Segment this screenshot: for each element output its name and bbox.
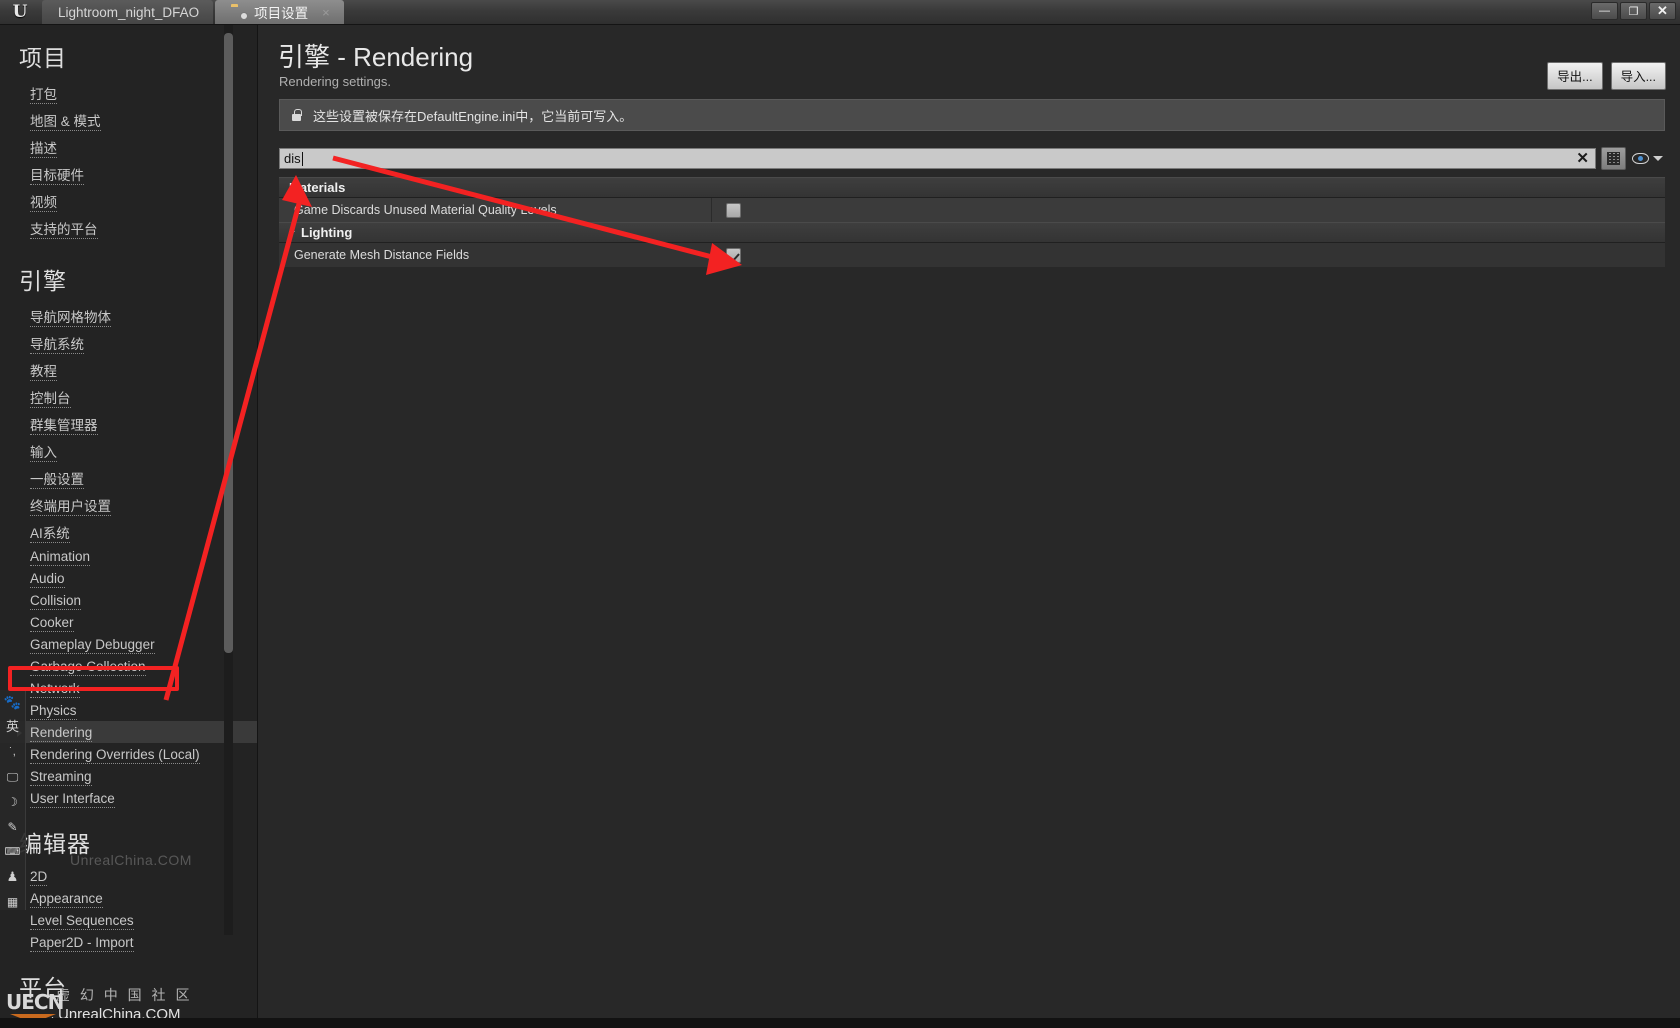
person-icon[interactable]: ♟ — [3, 869, 23, 885]
monitor-icon[interactable]: 🖵 — [3, 769, 23, 785]
unreal-engine-logo-icon: U — [12, 1, 28, 22]
sidebar-item-2d[interactable]: 2D — [0, 865, 257, 887]
visibility-options-button[interactable] — [1632, 147, 1665, 170]
os-taskbar — [0, 1018, 1680, 1028]
unlock-icon — [290, 108, 303, 122]
sidebar-item-movies[interactable]: 视频 — [0, 187, 257, 214]
tab-lightroom-night-dfao[interactable]: Lightroom_night_DFAO — [42, 0, 214, 24]
sidebar-scrollbar-thumb[interactable] — [224, 33, 233, 653]
watermark-logo: UECN — [6, 990, 64, 1014]
table-row[interactable]: Generate Mesh Distance Fields — [279, 243, 1665, 267]
tab-label: Lightroom_night_DFAO — [58, 4, 200, 20]
moon-icon[interactable]: ☽ — [3, 794, 23, 810]
checkbox-game-discards-unused-material-quality-levels[interactable] — [726, 202, 741, 218]
sidebar-item-streaming[interactable]: Streaming — [0, 765, 257, 787]
tab-label: 项目设置 — [254, 6, 309, 21]
sidebar-item-cooker[interactable]: Cooker — [0, 611, 257, 633]
sidebar-item-audio[interactable]: Audio — [0, 567, 257, 589]
sidebar-item-end-user-settings[interactable]: 终端用户设置 — [0, 491, 257, 518]
sidebar-item-maps-modes[interactable]: 地图 & 模式 — [0, 106, 257, 133]
property-value — [712, 202, 832, 218]
sidebar-item-tutorials[interactable]: 教程 — [0, 356, 257, 383]
tab-close-icon[interactable]: × — [322, 5, 330, 20]
page-title: 引擎 - Rendering — [278, 42, 474, 72]
category-header-materials[interactable]: Materials — [279, 177, 1665, 198]
left-icon-strip: 🐾 英 ˙, 🖵 ☽ ✎ ⌨ ♟ ▦ — [0, 690, 26, 910]
settings-main-panel: 引擎 - Rendering Rendering settings. 导出...… — [258, 25, 1680, 1028]
property-label: Generate Mesh Distance Fields — [294, 248, 470, 262]
folder-gear-icon — [231, 5, 249, 20]
import-button[interactable]: 导入... — [1610, 62, 1666, 90]
page-subtitle: Rendering settings. — [279, 74, 392, 89]
sidebar-item-user-interface[interactable]: User Interface — [0, 787, 257, 809]
property-value — [712, 247, 832, 263]
category-label: Lighting — [301, 225, 353, 240]
sidebar-item-target-hardware[interactable]: 目标硬件 — [0, 160, 257, 187]
tab-project-settings[interactable]: 项目设置 × — [215, 0, 344, 24]
sidebar-item-rendering[interactable]: Rendering — [0, 721, 257, 743]
export-button[interactable]: 导出... — [1547, 62, 1603, 90]
sidebar-item-input[interactable]: 输入 — [0, 437, 257, 464]
paw-icon[interactable]: 🐾 — [3, 694, 23, 710]
collapse-triangle-icon[interactable] — [289, 230, 295, 237]
sidebar-item-console[interactable]: 控制台 — [0, 383, 257, 410]
sidebar-item-garbage-collection[interactable]: Garbage Collection — [0, 655, 257, 677]
sidebar-item-supported-platforms[interactable]: 支持的平台 — [0, 214, 257, 241]
sidebar-section-title-project: 项目 — [19, 45, 67, 71]
title-bar: U Lightroom_night_DFAO 项目设置 × — ❐ ✕ — [0, 0, 1680, 25]
english-icon[interactable]: 英 — [3, 719, 23, 735]
category-header-lighting[interactable]: Lighting — [279, 222, 1665, 243]
sidebar-item-network[interactable]: Network — [0, 677, 257, 699]
property-label: Game Discards Unused Material Quality Le… — [294, 203, 557, 217]
minimize-button[interactable]: — — [1591, 2, 1618, 20]
sidebar-item-physics[interactable]: Physics — [0, 699, 257, 721]
sidebar-item-rendering-overrides-local[interactable]: Rendering Overrides (Local) — [0, 743, 257, 765]
sidebar-item-animation[interactable]: Animation — [0, 545, 257, 567]
sidebar-item-paper2d-import[interactable]: Paper2D - Import — [0, 931, 257, 953]
sidebar-item-navigation-mesh[interactable]: 导航网格物体 — [0, 302, 257, 329]
sidebar-item-level-sequences[interactable]: Level Sequences — [0, 909, 257, 931]
watermark-overlay-text: UnrealChina.COM — [70, 852, 192, 868]
comma-dot-icon[interactable]: ˙, — [3, 744, 23, 760]
pen-icon[interactable]: ✎ — [3, 819, 23, 835]
settings-sidebar[interactable]: 项目 打包 地图 & 模式 描述 目标硬件 视频 支持的平台 引擎 导航网格物体… — [0, 25, 258, 1028]
window-controls: — ❐ ✕ — [1591, 2, 1676, 20]
grid-view-icon[interactable] — [1601, 147, 1626, 170]
watermark-cn-text: 虚 幻 中 国 社 区 — [56, 987, 193, 1003]
search-value: dis — [284, 151, 301, 166]
sidebar-item-navigation-system[interactable]: 导航系统 — [0, 329, 257, 356]
unreal-project-settings-window: U Lightroom_night_DFAO 项目设置 × — ❐ ✕ 项目 打… — [0, 0, 1680, 1028]
notice-text: 这些设置被保存在DefaultEngine.ini中，它当前可写入。 — [313, 108, 633, 124]
sidebar-section-title-engine: 引擎 — [19, 268, 67, 294]
close-button[interactable]: ✕ — [1649, 2, 1676, 20]
header-buttons: 导出... 导入... — [1547, 62, 1666, 90]
sidebar-item-crowd-manager[interactable]: 群集管理器 — [0, 410, 257, 437]
table-row[interactable]: Game Discards Unused Material Quality Le… — [279, 198, 1665, 222]
chevron-down-icon — [1653, 156, 1663, 161]
visibility-eye-icon — [1632, 153, 1649, 164]
checkbox-generate-mesh-distance-fields[interactable] — [726, 247, 741, 263]
text-caret — [301, 151, 303, 166]
sidebar-item-collision[interactable]: Collision — [0, 589, 257, 611]
sidebar-item-packaging[interactable]: 打包 — [0, 79, 257, 106]
search-row: dis ✕ — [279, 147, 1665, 170]
grid-icon[interactable]: ▦ — [3, 894, 23, 910]
sidebar-item-gameplay-debugger[interactable]: Gameplay Debugger — [0, 633, 257, 655]
sidebar-item-description[interactable]: 描述 — [0, 133, 257, 160]
search-input[interactable]: dis ✕ — [279, 148, 1596, 169]
settings-writable-notice: 这些设置被保存在DefaultEngine.ini中，它当前可写入。 — [279, 99, 1665, 131]
category-label: Materials — [289, 180, 346, 195]
keyboard-icon[interactable]: ⌨ — [3, 844, 23, 860]
sidebar-item-general-settings[interactable]: 一般设置 — [0, 464, 257, 491]
sidebar-item-appearance[interactable]: Appearance — [0, 887, 257, 909]
restore-button[interactable]: ❐ — [1620, 2, 1647, 20]
clear-search-icon[interactable]: ✕ — [1576, 150, 1589, 168]
sidebar-item-ai-system[interactable]: AI系统 — [0, 518, 257, 545]
